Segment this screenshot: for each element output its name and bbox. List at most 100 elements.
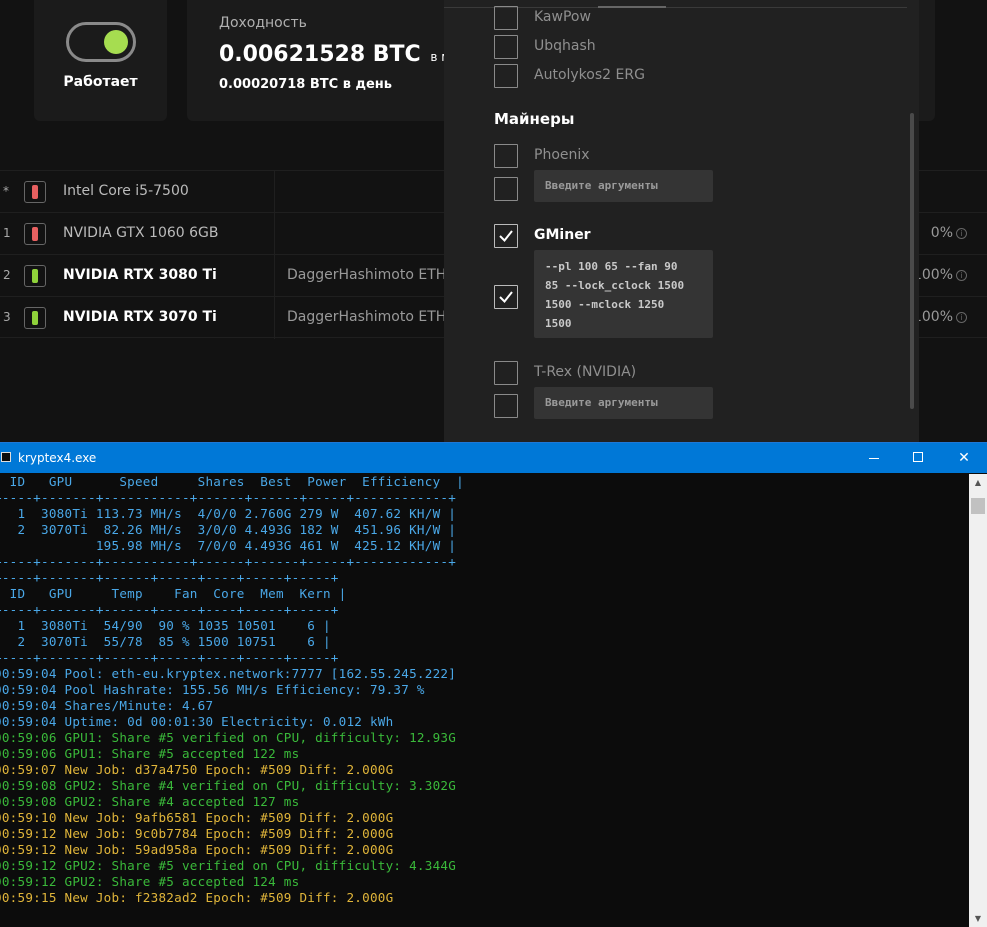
algorithm-checkbox-kawpow[interactable] [494, 6, 518, 30]
console-line: +----+-------+-----------+------+------+… [0, 490, 457, 505]
console-line: 00:59:07 New Job: d37a4750 Epoch: #509 D… [0, 762, 394, 777]
console-line: 00:59:15 New Job: f2382ad2 Epoch: #509 D… [0, 890, 394, 905]
info-icon[interactable]: i [956, 228, 967, 239]
algorithm-checkbox-autolykos2[interactable] [494, 64, 518, 88]
console-line: +----+-------+------+-----+----+-----+--… [0, 650, 339, 665]
device-index: 3 [3, 310, 11, 324]
console-line: | ID GPU Speed Shares Best Power Efficie… [0, 474, 464, 489]
income-monthly: 0.00621528 BTC в мес [219, 42, 464, 67]
device-algorithm: DaggerHashimoto ETH [287, 267, 447, 283]
panel-scrollbar[interactable] [910, 113, 914, 409]
console-line: +----+-------+------+-----+----+-----+--… [0, 570, 339, 585]
console-line: 00:59:04 Pool: eth-eu.kryptex.network:77… [0, 666, 457, 681]
toggle-knob [104, 30, 128, 54]
device-load: 100% i [913, 267, 967, 283]
settings-panel: KawPow Ubqhash Autolykos2 ERG Майнеры Ph… [444, 0, 919, 442]
console-line: | 2 3070Ti 82.26 MH/s 3/0/0 4.493G 182 W… [0, 522, 457, 537]
algorithm-checkbox-ubqhash[interactable] [494, 35, 518, 59]
args-checkbox-gminer[interactable] [494, 285, 518, 309]
miner-checkbox-phoenix[interactable] [494, 144, 518, 168]
device-enable-toggle[interactable] [24, 307, 46, 329]
console-line: | 1 3080Ti 113.73 MH/s 4/0/0 2.760G 279 … [0, 506, 457, 521]
maximize-icon [913, 452, 923, 462]
device-enable-toggle[interactable] [24, 265, 46, 287]
miner-label-gminer: GMiner [534, 227, 591, 243]
miner-status-card: Работает [34, 0, 167, 121]
console-line: 00:59:12 New Job: 9c0b7784 Epoch: #509 D… [0, 826, 394, 841]
device-enable-toggle[interactable] [24, 223, 46, 245]
main-app: Работает Доходность 0.00621528 BTC в мес… [0, 0, 987, 442]
scroll-up-icon[interactable]: ▲ [969, 474, 987, 492]
column-divider [274, 213, 275, 255]
miner-label-trex: T-Rex (NVIDIA) [534, 364, 637, 380]
miners-section-title: Майнеры [494, 110, 575, 128]
console-line: 00:59:04 Pool Hashrate: 155.56 MH/s Effi… [0, 682, 425, 697]
console-line: 00:59:06 GPU1: Share #5 accepted 122 ms [0, 746, 300, 761]
device-index: 1 [3, 226, 11, 240]
device-name: Intel Core i5-7500 [63, 183, 189, 199]
console-line: +----+-------+------+-----+----+-----+--… [0, 602, 339, 617]
console-app-icon [1, 452, 11, 462]
device-algorithm: DaggerHashimoto ETH [287, 309, 447, 325]
device-state-bar [32, 185, 38, 199]
console-line: 00:59:04 Uptime: 0d 00:01:30 Electricity… [0, 714, 394, 729]
console-line: 00:59:08 GPU2: Share #4 verified on CPU,… [0, 778, 457, 793]
info-icon[interactable]: i [956, 270, 967, 281]
algorithm-label-kawpow: KawPow [534, 9, 591, 25]
console-line: | 1 3080Ti 54/90 90 % 1035 10501 6 | [0, 618, 331, 633]
console-titlebar[interactable]: kryptex4.exe ✕ [0, 443, 987, 473]
device-index: 2 [3, 268, 11, 282]
args-input-trex[interactable]: Введите аргументы [534, 387, 713, 419]
income-daily: 0.00020718 BTC в день [219, 77, 392, 92]
console-line: 00:59:12 GPU2: Share #5 verified on CPU,… [0, 858, 457, 873]
console-line: +----+-------+-----------+------+------+… [0, 554, 457, 569]
console-line: | 195.98 MH/s 7/0/0 4.493G 461 W 425.12 … [0, 538, 457, 553]
console-line: 00:59:04 Shares/Minute: 4.67 [0, 698, 214, 713]
console-line: | ID GPU Temp Fan Core Mem Kern | [0, 586, 347, 601]
checkmark-icon [499, 230, 513, 243]
args-checkbox-phoenix[interactable] [494, 177, 518, 201]
console-line: 00:59:10 New Job: 9afb6581 Epoch: #509 D… [0, 810, 394, 825]
mining-toggle[interactable] [66, 22, 136, 62]
device-name: NVIDIA GTX 1060 6GB [63, 225, 219, 241]
active-tab-indicator [598, 6, 666, 8]
minimize-button[interactable] [851, 443, 897, 473]
income-value: 0.00621528 BTC [219, 42, 421, 67]
column-divider [274, 255, 275, 297]
maximize-button[interactable] [895, 443, 941, 473]
args-checkbox-trex[interactable] [494, 394, 518, 418]
args-input-phoenix[interactable]: Введите аргументы [534, 170, 713, 202]
device-state-bar [32, 227, 38, 241]
scroll-down-icon[interactable]: ▼ [969, 910, 987, 927]
console-line: | 2 3070Ti 55/78 85 % 1500 10751 6 | [0, 634, 331, 649]
minimize-icon [869, 458, 879, 459]
miner-checkbox-trex[interactable] [494, 361, 518, 385]
console-output[interactable]: | ID GPU Speed Shares Best Power Efficie… [0, 474, 969, 927]
console-line: 00:59:08 GPU2: Share #4 accepted 127 ms [0, 794, 300, 809]
miner-label-phoenix: Phoenix [534, 147, 590, 163]
miner-checkbox-gminer[interactable] [494, 224, 518, 248]
device-index: * [3, 184, 9, 198]
args-input-gminer[interactable]: --pl 100 65 --fan 90 85 --lock_cclock 15… [534, 250, 713, 338]
checkmark-icon [499, 291, 513, 304]
algorithm-label-ubqhash: Ubqhash [534, 38, 596, 54]
device-load-value: 0% [930, 225, 953, 241]
close-button[interactable]: ✕ [941, 443, 987, 473]
console-line: 00:59:12 GPU2: Share #5 accepted 124 ms [0, 874, 300, 889]
device-state-bar [32, 269, 38, 283]
console-title: kryptex4.exe [18, 451, 97, 465]
device-state-bar [32, 311, 38, 325]
device-load: 0% i [931, 225, 967, 241]
scroll-thumb[interactable] [971, 498, 985, 514]
algorithm-label-autolykos2: Autolykos2 ERG [534, 67, 645, 83]
income-label: Доходность [219, 15, 307, 31]
info-icon[interactable]: i [956, 312, 967, 323]
column-divider [274, 297, 275, 339]
close-icon: ✕ [958, 450, 970, 466]
console-line: 00:59:06 GPU1: Share #5 verified on CPU,… [0, 730, 457, 745]
device-load: 100% i [913, 309, 967, 325]
console-scrollbar[interactable]: ▲ ▼ [969, 474, 987, 927]
device-enable-toggle[interactable] [24, 181, 46, 203]
mining-status-label: Работает [63, 74, 138, 90]
device-name: NVIDIA RTX 3070 Ti [63, 309, 217, 325]
